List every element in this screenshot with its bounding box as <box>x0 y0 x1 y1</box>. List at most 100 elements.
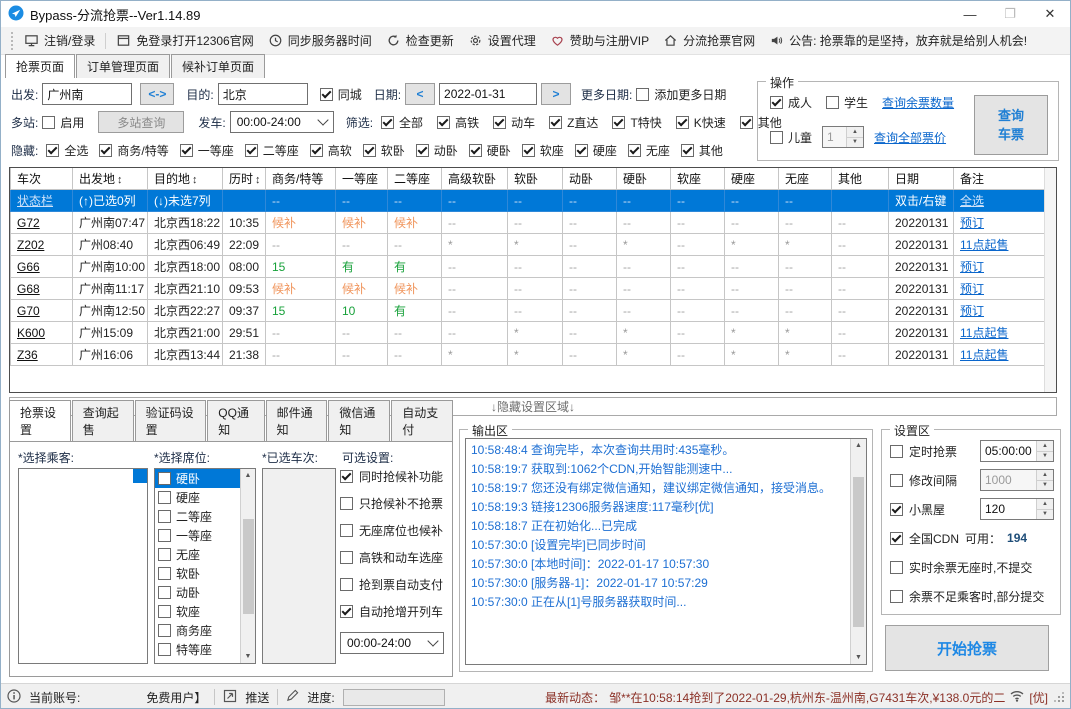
tab-6[interactable]: 自动支付 <box>391 400 453 441</box>
cell[interactable]: 全选 <box>953 189 1047 212</box>
option-checkbox-1[interactable]: 只抢候补不抢票 <box>340 495 448 512</box>
column-header-1[interactable]: 出发地 ↕ <box>72 168 148 190</box>
seat-item-6[interactable]: 动卧 <box>155 583 240 602</box>
column-header-14[interactable]: 其他 <box>831 168 889 190</box>
column-header-12[interactable]: 硬座 <box>724 168 779 190</box>
hide-checkbox-10[interactable]: 无座 <box>627 142 670 159</box>
hide-checkbox-8[interactable]: 软座 <box>521 142 564 159</box>
cell[interactable]: 预订 <box>953 277 1047 300</box>
seat-item-8[interactable]: 商务座 <box>155 621 240 640</box>
scroll-down-icon[interactable]: ▼ <box>855 651 862 664</box>
hide-checkbox-5[interactable]: 软卧 <box>362 142 405 159</box>
toolbar-item-5[interactable]: 赞助与注册VIP <box>550 32 649 49</box>
hide-checkbox-3[interactable]: 二等座 <box>244 142 299 159</box>
spin-down-icon[interactable]: ▼ <box>847 137 864 147</box>
filter-checkbox-1[interactable]: 高铁 <box>437 114 479 131</box>
setting-checkbox-5[interactable]: 余票不足乘客时,部分提交 <box>890 588 1044 605</box>
cell[interactable]: Z202 <box>10 233 73 256</box>
spin-up-icon[interactable]: ▲ <box>1037 470 1053 481</box>
same-city-checkbox[interactable]: 同城 <box>319 86 362 103</box>
column-header-11[interactable]: 软座 <box>670 168 725 190</box>
cell[interactable]: G68 <box>10 277 73 300</box>
cell[interactable]: G70 <box>10 299 73 322</box>
adult-checkbox[interactable]: 成人 <box>770 94 812 111</box>
seat-item-1[interactable]: 硬座 <box>155 488 240 507</box>
setting-spinner-2[interactable]: 120 ▲ ▼ <box>980 498 1054 520</box>
seat-item-5[interactable]: 软卧 <box>155 564 240 583</box>
hide-checkbox-2[interactable]: 一等座 <box>179 142 234 159</box>
scroll-thumb[interactable] <box>853 476 864 627</box>
column-header-8[interactable]: 软卧 <box>507 168 563 190</box>
spin-down-icon[interactable]: ▼ <box>1037 451 1053 461</box>
date-input[interactable] <box>439 83 538 105</box>
depart-input[interactable] <box>42 83 133 105</box>
hide-checkbox-4[interactable]: 高软 <box>309 142 352 159</box>
multi-enable-checkbox[interactable]: 启用 <box>42 114 84 131</box>
status-row[interactable]: 状态栏 (↑)已选0列 (↓)未选7列 -- -- -- -- -- -- -- -- -- -- 双击/… <box>10 189 1047 212</box>
hide-checkbox-7[interactable]: 硬卧 <box>468 142 511 159</box>
column-header-9[interactable]: 动卧 <box>562 168 617 190</box>
option-checkbox-4[interactable]: 抢到票自动支付 <box>340 576 448 593</box>
option-checkbox-5[interactable]: 自动抢增开列车 <box>340 603 448 620</box>
option-checkbox-3[interactable]: 高铁和动车选座 <box>340 549 448 566</box>
toolbar-item-1[interactable]: 免登录打开12306官网 <box>116 32 254 49</box>
output-log[interactable]: 10:58:48:4 查询完毕，本次查询共用时:435毫秒。 10:58:19:7… <box>465 438 867 665</box>
toolbar-item-4[interactable]: 设置代理 <box>468 32 536 49</box>
dest-input[interactable] <box>217 83 308 105</box>
cell[interactable]: G72 <box>10 211 73 234</box>
filter-checkbox-3[interactable]: Z直达 <box>549 114 598 131</box>
column-header-3[interactable]: 历时 ↕ <box>222 168 266 190</box>
cell[interactable]: K600 <box>10 321 73 344</box>
setting-spinner-1[interactable]: 1000 ▲ ▼ <box>980 469 1054 491</box>
spin-down-icon[interactable]: ▼ <box>1037 509 1053 519</box>
train-row-3[interactable]: G66 广州南10:00 北京西18:00 08:00 15 有有 -- -- -- -- -- --… <box>10 255 1047 278</box>
next-date-button[interactable]: > <box>541 83 572 105</box>
hide-checkbox-6[interactable]: 动卧 <box>415 142 458 159</box>
close-button[interactable]: ✕ <box>1030 1 1070 27</box>
column-header-7[interactable]: 高级软卧 <box>441 168 508 190</box>
tab-2[interactable]: 候补订单页面 <box>171 54 266 78</box>
resize-grip[interactable] <box>1054 692 1064 702</box>
filter-checkbox-4[interactable]: T特快 <box>612 114 662 131</box>
spin-down-icon[interactable]: ▼ <box>1037 480 1053 490</box>
tab-3[interactable]: QQ通知 <box>207 400 265 441</box>
spin-up-icon[interactable]: ▲ <box>847 127 864 138</box>
cell[interactable]: 预订 <box>953 211 1047 234</box>
toolbar-item-0[interactable]: 注销/登录 <box>24 32 95 49</box>
prev-date-button[interactable]: < <box>405 83 436 105</box>
scroll-thumb[interactable] <box>242 518 254 614</box>
spin-up-icon[interactable]: ▲ <box>1037 499 1053 510</box>
toolbar-item-2[interactable]: 同步服务器时间 <box>268 32 372 49</box>
train-row-7[interactable]: Z36 广州16:06 北京西13:44 21:38 -- -- -- * * -- * -- * * --… <box>10 343 1047 366</box>
column-header-13[interactable]: 无座 <box>778 168 832 190</box>
option-checkbox-2[interactable]: 无座席位也候补 <box>340 522 448 539</box>
column-header-0[interactable]: 车次 <box>10 168 73 190</box>
seat-list[interactable]: 硬卧 硬座 二等座 一等座 无座 软卧 动卧 软座 商务座 特等座 ▲ ▼ <box>154 468 256 664</box>
toolbar-item-7[interactable]: 公告: 抢票靠的是坚持，放弃就是给别人机会! <box>769 32 1027 49</box>
seat-item-2[interactable]: 二等座 <box>155 507 240 526</box>
scroll-up-icon[interactable]: ▲ <box>855 439 862 452</box>
cell[interactable]: 预订 <box>953 255 1047 278</box>
train-row-2[interactable]: Z202 广州08:40 北京西06:49 22:09 -- -- -- * * -- * -- * * -… <box>10 233 1047 256</box>
cell[interactable]: 11点起售 <box>953 321 1047 344</box>
hide-checkbox-0[interactable]: 全选 <box>46 142 88 159</box>
tab-4[interactable]: 邮件通知 <box>265 400 328 441</box>
seat-item-7[interactable]: 软座 <box>155 602 240 621</box>
column-header-4[interactable]: 商务/特等 <box>265 168 336 190</box>
table-scrollbar[interactable] <box>1044 168 1056 392</box>
cell[interactable]: G66 <box>10 255 73 278</box>
option-checkbox-0[interactable]: 同时抢候补功能 <box>340 468 448 485</box>
child-checkbox[interactable]: 儿童 <box>770 129 812 146</box>
setting-checkbox-3[interactable]: 全国CDN <box>890 530 959 547</box>
cell[interactable]: 11点起售 <box>953 233 1047 256</box>
start-grab-button[interactable]: 开始抢票 <box>885 625 1049 671</box>
child-count-spinner[interactable]: 1 ▲ ▼ <box>822 126 865 148</box>
setting-checkbox-1[interactable]: 修改间隔 <box>890 472 957 489</box>
tab-0[interactable]: 抢票页面 <box>5 54 76 79</box>
setting-checkbox-2[interactable]: 小黑屋 <box>890 501 945 518</box>
grab-time-select[interactable]: 00:00-24:00 <box>340 632 444 654</box>
maximize-button[interactable]: ❐ <box>990 1 1030 27</box>
passenger-list[interactable] <box>18 468 148 664</box>
depart-time-select[interactable]: 00:00-24:00 <box>229 111 334 133</box>
minimize-button[interactable]: — <box>950 1 990 27</box>
